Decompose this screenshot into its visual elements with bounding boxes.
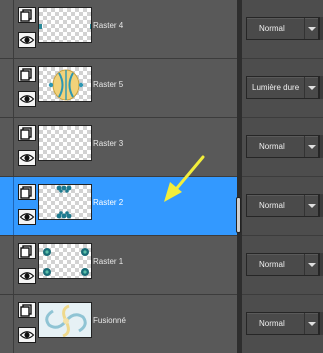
raster-layer-icon[interactable] [18, 243, 36, 259]
blend-mode-dropdown[interactable]: Normal [246, 135, 319, 158]
layer-name: Raster 1 [93, 257, 124, 266]
blend-mode-value: Normal [259, 260, 285, 269]
opacity-slider-stub[interactable] [319, 76, 323, 99]
chevron-down-icon[interactable] [308, 27, 316, 31]
blend-mode-value: Lumière dure [252, 83, 300, 92]
layer-thumbnail [38, 243, 92, 279]
layer-name: Raster 4 [93, 21, 124, 30]
chevron-down-icon[interactable] [308, 263, 316, 267]
layer-row-raster-4[interactable]: Raster 4 [0, 0, 237, 59]
blend-mode-dropdown[interactable]: Normal [246, 312, 319, 335]
blend-mode-dropdown[interactable]: Normal [246, 253, 319, 276]
eye-icon[interactable] [18, 91, 36, 107]
eye-icon[interactable] [18, 150, 36, 166]
layer-row-raster-5[interactable]: Raster 5 [0, 59, 237, 118]
layer-thumbnail [38, 66, 92, 102]
opacity-slider-stub[interactable] [319, 17, 323, 40]
eye-icon[interactable] [18, 268, 36, 284]
eye-icon[interactable] [18, 327, 36, 343]
layer-name: Raster 3 [93, 139, 124, 148]
chevron-down-icon[interactable] [308, 86, 316, 90]
layer-thumbnail [38, 302, 92, 338]
layer-name: Raster 5 [93, 80, 124, 89]
group-connector [13, 177, 14, 235]
blend-cell: Normal [242, 118, 323, 177]
layer-row-raster-1[interactable]: Raster 1 [0, 236, 237, 295]
chevron-down-icon[interactable] [308, 322, 316, 326]
chevron-down-icon[interactable] [308, 204, 316, 208]
blend-cell: Normal [242, 177, 323, 236]
layers-panel: Raster 4 Raster 5 Raster 3 Raster 2 Rast… [0, 0, 237, 353]
group-connector [13, 0, 14, 58]
splitter-handle[interactable] [236, 197, 241, 233]
layer-thumbnail [38, 7, 92, 43]
blend-mode-dropdown[interactable]: Normal [246, 194, 319, 217]
blend-mode-dropdown[interactable]: Lumière dure [246, 76, 319, 99]
raster-layer-icon[interactable] [18, 125, 36, 141]
group-connector [13, 236, 14, 294]
dropdown-separator [304, 254, 305, 275]
yellow-arrow-icon [164, 155, 205, 202]
opacity-slider-stub[interactable] [319, 194, 323, 217]
dropdown-separator [304, 77, 305, 98]
blend-mode-dropdown[interactable]: Normal [246, 17, 319, 40]
blend-mode-value: Normal [259, 319, 285, 328]
raster-layer-icon[interactable] [18, 7, 36, 23]
opacity-slider-stub[interactable] [319, 253, 323, 276]
eye-icon[interactable] [18, 209, 36, 225]
dropdown-separator [304, 195, 305, 216]
blend-cell: Normal [242, 295, 323, 353]
blend-mode-value: Normal [259, 24, 285, 33]
blend-mode-value: Normal [259, 142, 285, 151]
chevron-down-icon[interactable] [308, 145, 316, 149]
layer-thumbnail [38, 125, 92, 161]
layer-thumbnail [38, 184, 92, 220]
blend-cell: Normal [242, 236, 323, 295]
eye-icon[interactable] [18, 32, 36, 48]
layer-name: Raster 2 [93, 198, 124, 207]
dropdown-separator [304, 313, 305, 334]
blend-cell: Lumière dure [242, 59, 323, 118]
layer-row-fusionne[interactable]: Fusionné [0, 295, 237, 353]
group-connector [13, 118, 14, 176]
opacity-slider-stub[interactable] [319, 135, 323, 158]
group-connector [13, 59, 14, 117]
raster-layer-icon[interactable] [18, 302, 36, 318]
group-connector [13, 295, 14, 353]
layer-name: Fusionné [93, 316, 126, 325]
raster-layer-icon[interactable] [18, 184, 36, 200]
dropdown-separator [304, 136, 305, 157]
blend-cell: Normal [242, 0, 323, 59]
raster-layer-icon[interactable] [18, 66, 36, 82]
opacity-slider-stub[interactable] [319, 312, 323, 335]
blend-mode-value: Normal [259, 201, 285, 210]
dropdown-separator [304, 18, 305, 39]
blend-mode-column: Normal Lumière dure Normal Normal Normal… [242, 0, 323, 353]
